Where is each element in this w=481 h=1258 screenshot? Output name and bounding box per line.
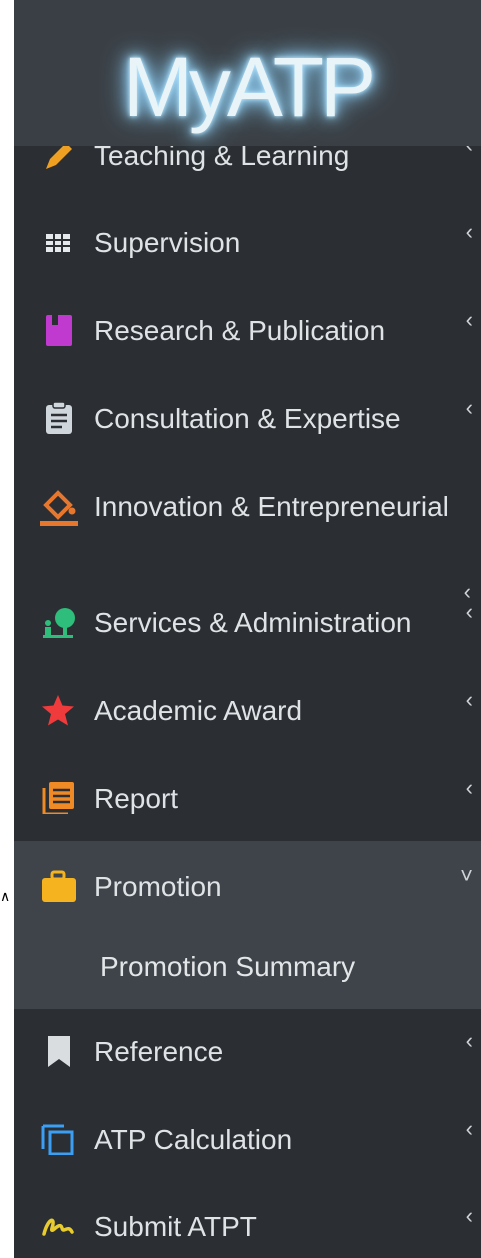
- grid-icon: [46, 234, 70, 252]
- chevron-left-icon: ‹: [465, 1203, 473, 1228]
- menu-item-services-administration[interactable]: Services & Administration ‹: [14, 577, 481, 665]
- menu-item-label: Research & Publication: [94, 315, 386, 346]
- copy-icon: [41, 1124, 74, 1155]
- chevron-left-icon: ‹: [465, 219, 473, 244]
- menu-item-atp-calculation[interactable]: ATP Calculation ‹: [14, 1094, 481, 1182]
- chevron-left-icon: ‹: [465, 1028, 473, 1053]
- chevron-left-icon: ‹: [465, 687, 473, 712]
- menu-item-supervision[interactable]: Supervision ‹: [14, 197, 481, 285]
- menu-item-innovation-entrepreneurial[interactable]: Innovation & Entrepreneurial ‹: [14, 461, 481, 604]
- menu-item-consultation-expertise[interactable]: Consultation & Expertise ‹: [14, 373, 481, 461]
- submenu-item-label: Promotion Summary: [100, 951, 356, 982]
- menu-item-label: ATP Calculation: [94, 1124, 293, 1155]
- menu-item-promotion[interactable]: Promotion ˅: [14, 841, 481, 929]
- report-icon: [42, 782, 74, 814]
- chevron-left-icon: ‹: [465, 775, 473, 800]
- star-icon: [42, 695, 74, 726]
- menu-item-reference[interactable]: Reference ‹: [14, 1006, 481, 1094]
- brand-header[interactable]: MyATP: [14, 0, 481, 146]
- menu-item-label: Supervision: [94, 227, 241, 258]
- bookmark-icon: [48, 1036, 70, 1067]
- menu-item-label: Academic Award: [94, 695, 303, 726]
- chevron-left-icon: ‹: [465, 1116, 473, 1141]
- person-tree-icon: [43, 608, 75, 638]
- briefcase-icon: [42, 870, 76, 902]
- sidebar: Teaching & Learning ‹ Supervision ‹ Rese…: [14, 0, 481, 1258]
- book-icon: [46, 315, 72, 346]
- menu-item-label: Consultation & Expertise: [94, 403, 401, 434]
- menu-item-research-publication[interactable]: Research & Publication ‹: [14, 285, 481, 373]
- chevron-left-icon: ‹: [465, 599, 473, 624]
- chevron-left-icon: ‹: [465, 307, 473, 332]
- signature-icon: [42, 1218, 74, 1236]
- clipboard-icon: [46, 402, 72, 434]
- logo-text: MyATP: [122, 39, 376, 134]
- chevron-down-icon: ˅: [460, 863, 473, 888]
- chevron-left-icon: ‹: [465, 395, 473, 420]
- menu-item-label: Innovation & Entrepreneurial: [94, 491, 449, 522]
- menu-item-label: Reference: [94, 1036, 224, 1067]
- submenu-item-promotion-summary[interactable]: Promotion Summary: [14, 927, 481, 1009]
- mouse-cursor-icon: ∧: [0, 888, 11, 904]
- menu-item-submit-atpt[interactable]: Submit ATPT ‹: [14, 1181, 481, 1258]
- paint-bucket-icon: [40, 490, 78, 526]
- menu-item-label: Submit ATPT: [94, 1211, 257, 1242]
- menu-item-report[interactable]: Report ‹: [14, 753, 481, 841]
- menu-item-academic-award[interactable]: Academic Award ‹: [14, 665, 481, 753]
- menu-item-label: Services & Administration: [94, 607, 412, 638]
- menu-item-label: Report: [94, 783, 179, 814]
- menu-item-label: Promotion: [94, 871, 222, 902]
